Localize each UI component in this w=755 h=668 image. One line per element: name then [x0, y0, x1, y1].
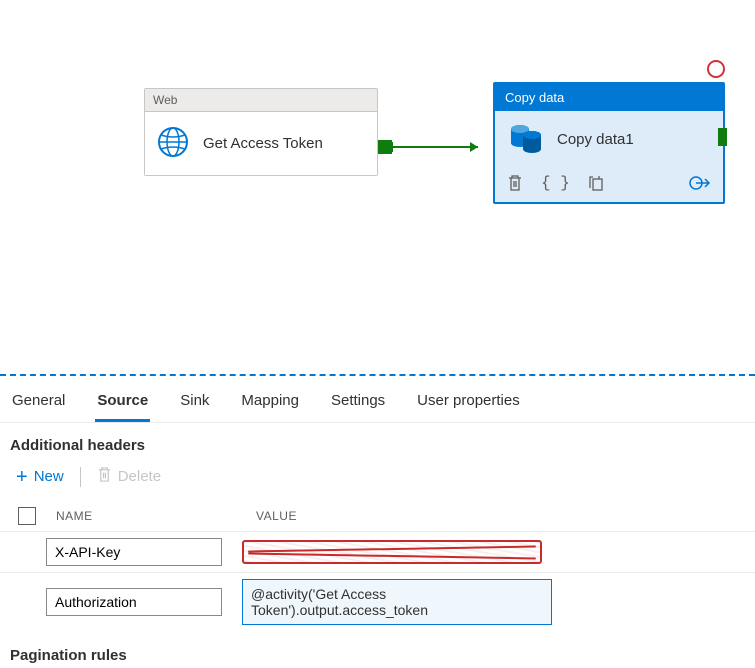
tab-sink[interactable]: Sink	[178, 384, 211, 422]
header-value-cell[interactable]	[242, 540, 552, 564]
tab-settings[interactable]: Settings	[329, 384, 387, 422]
table-row[interactable]: @activity('Get Access Token').output.acc…	[0, 572, 755, 631]
connector-arrow	[392, 137, 490, 157]
trash-icon	[97, 466, 112, 487]
column-name-header: NAME	[56, 509, 236, 523]
property-tabs: General Source Sink Mapping Settings Use…	[0, 376, 755, 423]
plus-icon: +	[16, 467, 28, 487]
copy-data-activity-node[interactable]: Copy data Copy data1 { }	[493, 82, 725, 204]
delete-header-button: Delete	[91, 462, 167, 491]
input-handle[interactable]	[718, 128, 727, 146]
new-header-button[interactable]: + New	[10, 463, 70, 491]
database-copy-icon	[509, 123, 543, 156]
validation-indicator-icon	[707, 60, 725, 78]
output-arrow-icon[interactable]	[689, 174, 711, 192]
toolbar-separator	[80, 467, 81, 487]
pipeline-canvas[interactable]: Web Get Access Token Copy data	[0, 0, 755, 376]
clone-icon[interactable]	[588, 174, 604, 192]
headers-toolbar: + New Delete	[0, 460, 755, 501]
tab-user-properties[interactable]: User properties	[415, 384, 522, 422]
table-row[interactable]	[0, 531, 755, 572]
delete-icon[interactable]	[507, 174, 523, 192]
copy-node-label: Copy data1	[557, 131, 634, 148]
code-braces-icon[interactable]: { }	[541, 174, 570, 192]
tab-source[interactable]: Source	[95, 384, 150, 422]
globe-icon	[157, 126, 189, 161]
redacted-value	[242, 540, 542, 564]
tab-general[interactable]: General	[10, 384, 67, 422]
header-name-input[interactable]	[46, 538, 222, 566]
header-name-input[interactable]	[46, 588, 222, 616]
tab-mapping[interactable]: Mapping	[239, 384, 301, 422]
column-value-header: VALUE	[256, 509, 745, 523]
header-value-input[interactable]: @activity('Get Access Token').output.acc…	[242, 579, 552, 625]
success-output-handle[interactable]	[378, 140, 392, 154]
web-node-label: Get Access Token	[203, 135, 323, 152]
web-activity-node[interactable]: Web Get Access Token	[144, 88, 378, 176]
select-all-checkbox[interactable]	[18, 507, 36, 525]
additional-headers-title: Additional headers	[0, 423, 755, 460]
web-node-header: Web	[145, 89, 377, 112]
headers-table-header: NAME VALUE	[0, 501, 755, 531]
pagination-rules-title: Pagination rules	[0, 631, 755, 668]
copy-node-header: Copy data	[495, 84, 723, 111]
